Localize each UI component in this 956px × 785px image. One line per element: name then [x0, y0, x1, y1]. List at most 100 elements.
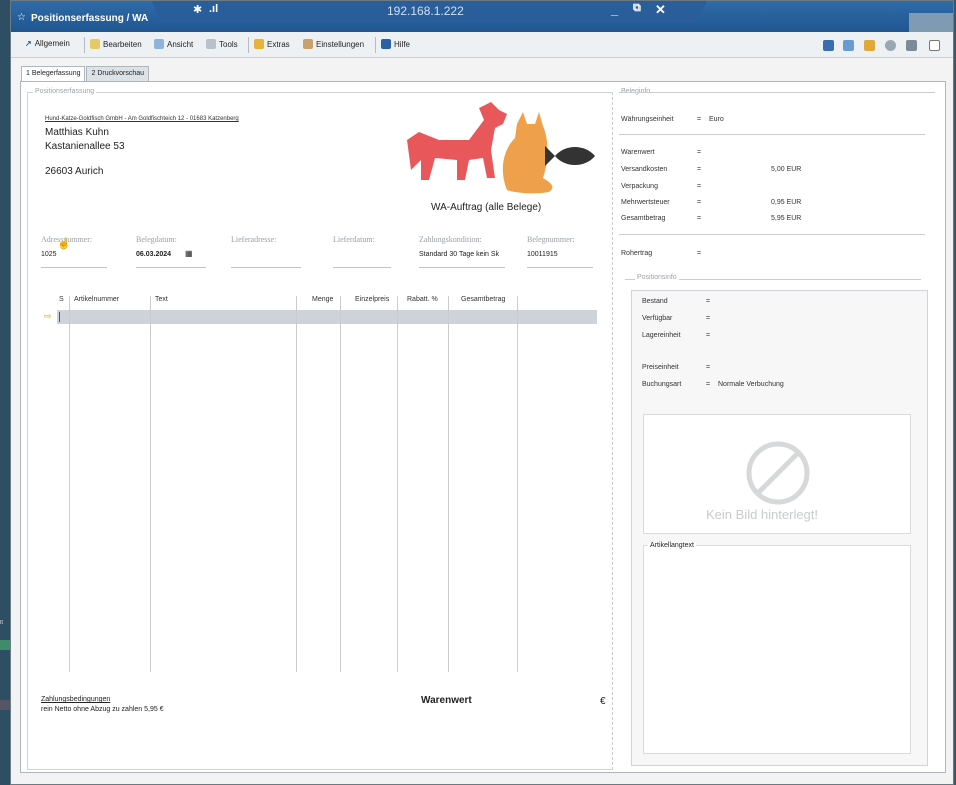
field-value-belegnummer[interactable]: 10011915	[527, 251, 558, 258]
column-separator	[517, 296, 518, 672]
menu-label: Tools	[219, 39, 238, 49]
cat-shape	[502, 112, 553, 194]
view-icon	[154, 39, 164, 49]
tab-druckvorschau[interactable]: 2 Druckvorschau	[86, 66, 150, 82]
settings-icon	[303, 39, 313, 49]
arrow-icon: ↗	[25, 39, 32, 48]
posinfo-label-bestand: Bestand	[642, 298, 668, 305]
column-header-rabatt[interactable]: Rabatt. %	[407, 296, 438, 303]
field-underline	[333, 267, 391, 268]
field-label-belegdatum: Belegdatum:	[136, 235, 177, 244]
row-indicator-icon: ⇨	[44, 311, 52, 321]
table-row[interactable]	[57, 310, 597, 324]
title-bar[interactable]: ☆ Positionserfassung / WA ✱ .ıl 192.168.…	[11, 1, 953, 32]
separator	[375, 37, 376, 53]
toolbar-icon-2[interactable]	[843, 40, 854, 51]
field-label-lieferadresse: Lieferadresse:	[231, 235, 277, 244]
beleginfo-label-warenwert: Warenwert	[621, 149, 655, 156]
minimize-icon[interactable]: _	[611, 2, 618, 17]
close-icon[interactable]: ✕	[655, 2, 666, 18]
menu-bearbeiten[interactable]: Bearbeiten	[90, 39, 142, 49]
toolbar-icon-3[interactable]	[864, 40, 875, 51]
column-separator	[150, 296, 151, 672]
column-separator	[69, 296, 70, 672]
calendar-icon[interactable]: ▦	[185, 249, 193, 258]
summary-label: Warenwert	[421, 695, 472, 706]
help-icon	[381, 39, 391, 49]
posinfo-value-buchungsart: Normale Verbuchung	[718, 381, 784, 388]
currency-value: Euro	[709, 116, 724, 123]
column-header-einzelpreis[interactable]: Einzelpreis	[355, 296, 389, 303]
text-cursor	[59, 312, 60, 322]
separator	[84, 37, 85, 53]
article-image-box: Kein Bild hinterlegt!	[643, 414, 911, 534]
menu-einstellungen[interactable]: Einstellungen	[303, 39, 364, 49]
article-longtext-box[interactable]: Artikellangtext	[643, 542, 911, 754]
sep: =	[697, 116, 702, 123]
column-separator	[340, 296, 341, 672]
column-header-gesamtbetrag[interactable]: Gesamtbetrag	[461, 296, 505, 303]
toolbar-icon-4[interactable]	[885, 40, 896, 51]
column-header-artikelnummer[interactable]: Artikelnummer	[74, 296, 119, 303]
sep: =	[697, 149, 702, 156]
menu-tools[interactable]: Tools	[206, 39, 238, 49]
posinfo-label-preiseinheit: Preiseinheit	[642, 364, 679, 371]
field-underline	[419, 267, 505, 268]
positions-grid[interactable]: S Artikelnummer Text Menge Einzelpreis R…	[39, 296, 597, 672]
beleginfo-label-versandkosten: Versandkosten	[621, 166, 668, 173]
beleginfo-label-mehrwertsteuer: Mehrwertsteuer	[621, 199, 670, 206]
menu-label: Extras	[267, 39, 290, 49]
divider	[619, 134, 925, 135]
remote-ip: 192.168.1.222	[387, 4, 464, 18]
menu-label: Hilfe	[394, 39, 411, 49]
remote-connection-bar[interactable]: ✱ .ıl 192.168.1.222 _ ⧉ ✕	[151, 1, 707, 23]
no-image-icon	[746, 441, 810, 505]
company-logo	[407, 102, 595, 194]
posinfo-label-verfuegbar: Verfügbar	[642, 315, 673, 322]
menu-allgemein[interactable]: ↗ Allgemein	[25, 39, 70, 48]
rohertrag-label: Rohertrag	[621, 250, 653, 257]
tab-bar: 1 Belegerfassung 2 Druckvorschau	[21, 66, 150, 82]
recipient-name: Matthias Kuhn	[45, 127, 109, 138]
window-icon[interactable]	[929, 40, 940, 51]
restore-icon[interactable]: ⧉	[633, 2, 641, 15]
menu-ansicht[interactable]: Ansicht	[154, 39, 193, 49]
field-value-belegdatum[interactable]: 06.03.2024	[136, 251, 171, 258]
column-separator	[296, 296, 297, 672]
beleginfo-line	[619, 92, 935, 93]
menu-extras[interactable]: Extras	[254, 39, 290, 49]
sep: =	[706, 298, 711, 305]
menu-hilfe[interactable]: Hilfe	[381, 39, 410, 49]
no-image-text: Kein Bild hinterlegt!	[706, 507, 819, 522]
fish-shape	[545, 146, 595, 166]
sep: =	[706, 332, 711, 339]
sep: =	[697, 250, 702, 257]
pin-icon[interactable]: ✱	[193, 3, 202, 16]
extras-icon	[254, 39, 264, 49]
column-header-menge[interactable]: Menge	[312, 296, 333, 303]
tab-belegerfassung[interactable]: 1 Belegerfassung	[21, 66, 86, 82]
toolbar-icon-1[interactable]	[823, 40, 834, 51]
column-header-s[interactable]: S	[59, 296, 64, 303]
recipient-street: Kastanienallee 53	[45, 141, 125, 152]
sep: =	[697, 199, 702, 206]
menu-label: Bearbeiten	[103, 39, 142, 49]
dog-shape	[407, 102, 507, 180]
menu-label: Einstellungen	[316, 39, 365, 49]
summary-currency: €	[600, 696, 606, 707]
field-underline	[231, 267, 301, 268]
field-value-adressnummer[interactable]: 1025	[41, 251, 57, 258]
field-value-zahlungskondition[interactable]: Standard 30 Tage kein Sk	[419, 251, 499, 258]
menu-label: Ansicht	[167, 39, 194, 49]
positionserfassung-legend: Positionserfassung	[33, 88, 97, 95]
sep: =	[706, 381, 711, 388]
document-title: WA-Auftrag (alle Belege)	[431, 202, 542, 213]
posinfo-label-lagereinheit: Lagereinheit	[642, 332, 681, 339]
printer-icon[interactable]	[906, 40, 917, 51]
longtext-label: Artikellangtext	[648, 542, 696, 549]
column-header-text[interactable]: Text	[155, 296, 168, 303]
separator	[248, 37, 249, 53]
sep: =	[706, 364, 711, 371]
beleginfo-value-gesamtbetrag: 5,95 EUR	[771, 215, 802, 222]
window-title: Positionserfassung / WA	[31, 13, 149, 24]
